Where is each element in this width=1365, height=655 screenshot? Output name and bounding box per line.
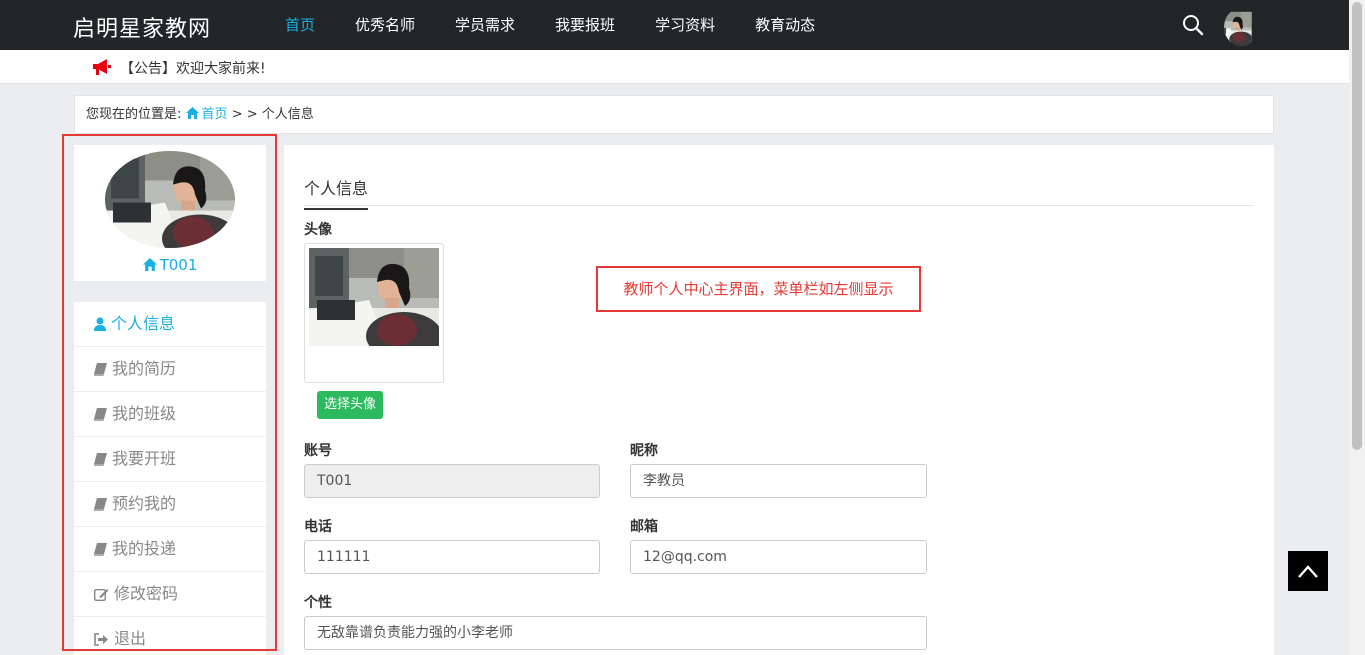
avatar-image	[309, 248, 439, 346]
nav-materials[interactable]: 学习资料	[635, 0, 735, 50]
nav-teachers[interactable]: 优秀名师	[335, 0, 435, 50]
announcement-text: 【公告】欢迎大家前来!	[120, 61, 266, 77]
book-icon	[94, 542, 107, 556]
sidebar-item-label: 我的简历	[112, 359, 177, 378]
breadcrumb-home-label: 首页	[201, 107, 228, 122]
sidebar-username-text: T001	[159, 256, 198, 274]
back-to-top-button[interactable]	[1288, 551, 1328, 591]
home-icon	[185, 107, 199, 119]
sidebar-item-label: 退出	[114, 629, 147, 648]
sidebar-item-label: 预约我的	[112, 494, 177, 513]
top-navbar: 启明星家教网 首页 优秀名师 学员需求 我要报班 学习资料 教育动态	[0, 0, 1349, 50]
book-icon	[94, 452, 107, 466]
page-scrollbar[interactable]	[1349, 0, 1365, 655]
phone-field[interactable]: 111111	[304, 540, 600, 574]
site-logo[interactable]: 启明星家教网	[73, 11, 211, 43]
sidebar-item-change-password[interactable]: 修改密码	[74, 572, 266, 617]
annotation-callout: 教师个人中心主界面，菜单栏如左侧显示	[596, 266, 921, 312]
breadcrumb-separator: > >	[231, 107, 262, 122]
sidebar-item-classes[interactable]: 我的班级	[74, 392, 266, 437]
edit-icon	[94, 589, 109, 601]
sidebar-item-label: 我的班级	[112, 404, 177, 423]
nav-enroll[interactable]: 我要报班	[535, 0, 635, 50]
book-icon	[94, 362, 107, 376]
avatar-preview	[304, 243, 444, 383]
sidebar-item-profile[interactable]: 个人信息	[74, 302, 266, 347]
sidebar-item-logout[interactable]: 退出	[74, 617, 266, 655]
tab-divider	[304, 205, 1254, 206]
sidebar-username: T001	[74, 256, 266, 274]
user-avatar[interactable]	[1224, 7, 1264, 47]
sidebar-item-label: 个人信息	[111, 314, 176, 333]
email-label: 邮箱	[630, 519, 658, 535]
nav-student-needs[interactable]: 学员需求	[435, 0, 535, 50]
sidebar-avatar	[105, 151, 235, 248]
home-icon	[142, 258, 157, 271]
sidebar-item-label: 我的投递	[112, 539, 177, 558]
chevron-up-icon	[1298, 565, 1318, 578]
sidebar-item-label: 修改密码	[114, 584, 179, 603]
sidebar-profile-card: T001	[74, 145, 266, 281]
book-icon	[94, 407, 107, 421]
breadcrumb-home-link[interactable]: 首页	[185, 107, 232, 122]
announcement-bar: 【公告】欢迎大家前来!	[0, 50, 1349, 84]
personality-field[interactable]: 无敌靠谱负责能力强的小李老师	[304, 616, 927, 650]
breadcrumb: 您现在的位置是: 首页 > > 个人信息	[74, 95, 1274, 134]
book-icon	[94, 497, 107, 511]
sidebar-item-label: 我要开班	[112, 449, 177, 468]
account-field[interactable]: T001	[304, 464, 600, 498]
sign-out-icon	[94, 632, 108, 646]
user-icon	[94, 317, 106, 331]
account-label: 账号	[304, 443, 332, 459]
sidebar-menu: 个人信息 我的简历 我的班级 我要开班 预约我的 我的投递 修改密码 退出	[74, 302, 266, 655]
email-field[interactable]: 12@qq.com	[630, 540, 927, 574]
breadcrumb-prefix: 您现在的位置是:	[86, 107, 182, 122]
avatar-label: 头像	[304, 222, 332, 238]
search-icon[interactable]	[1182, 14, 1204, 36]
personality-label: 个性	[304, 595, 332, 611]
nickname-field[interactable]: 李教员	[630, 464, 927, 498]
phone-label: 电话	[304, 519, 332, 535]
scrollbar-thumb[interactable]	[1352, 2, 1362, 450]
sidebar-item-resume[interactable]: 我的简历	[74, 347, 266, 392]
choose-avatar-button[interactable]: 选择头像	[317, 391, 383, 419]
nickname-label: 昵称	[630, 443, 658, 459]
nav-home[interactable]: 首页	[265, 0, 335, 50]
main-nav: 首页 优秀名师 学员需求 我要报班 学习资料 教育动态	[265, 0, 835, 50]
megaphone-icon	[92, 58, 112, 76]
sidebar-item-bookings[interactable]: 预约我的	[74, 482, 266, 527]
sidebar-item-applications[interactable]: 我的投递	[74, 527, 266, 572]
profile-panel: 个人信息 头像 选择头像 教师个人中心主界面，菜单栏如左侧显示 账号 T001 …	[284, 145, 1274, 655]
breadcrumb-current: 个人信息	[261, 107, 314, 122]
sidebar-item-open-class[interactable]: 我要开班	[74, 437, 266, 482]
nav-news[interactable]: 教育动态	[735, 0, 835, 50]
